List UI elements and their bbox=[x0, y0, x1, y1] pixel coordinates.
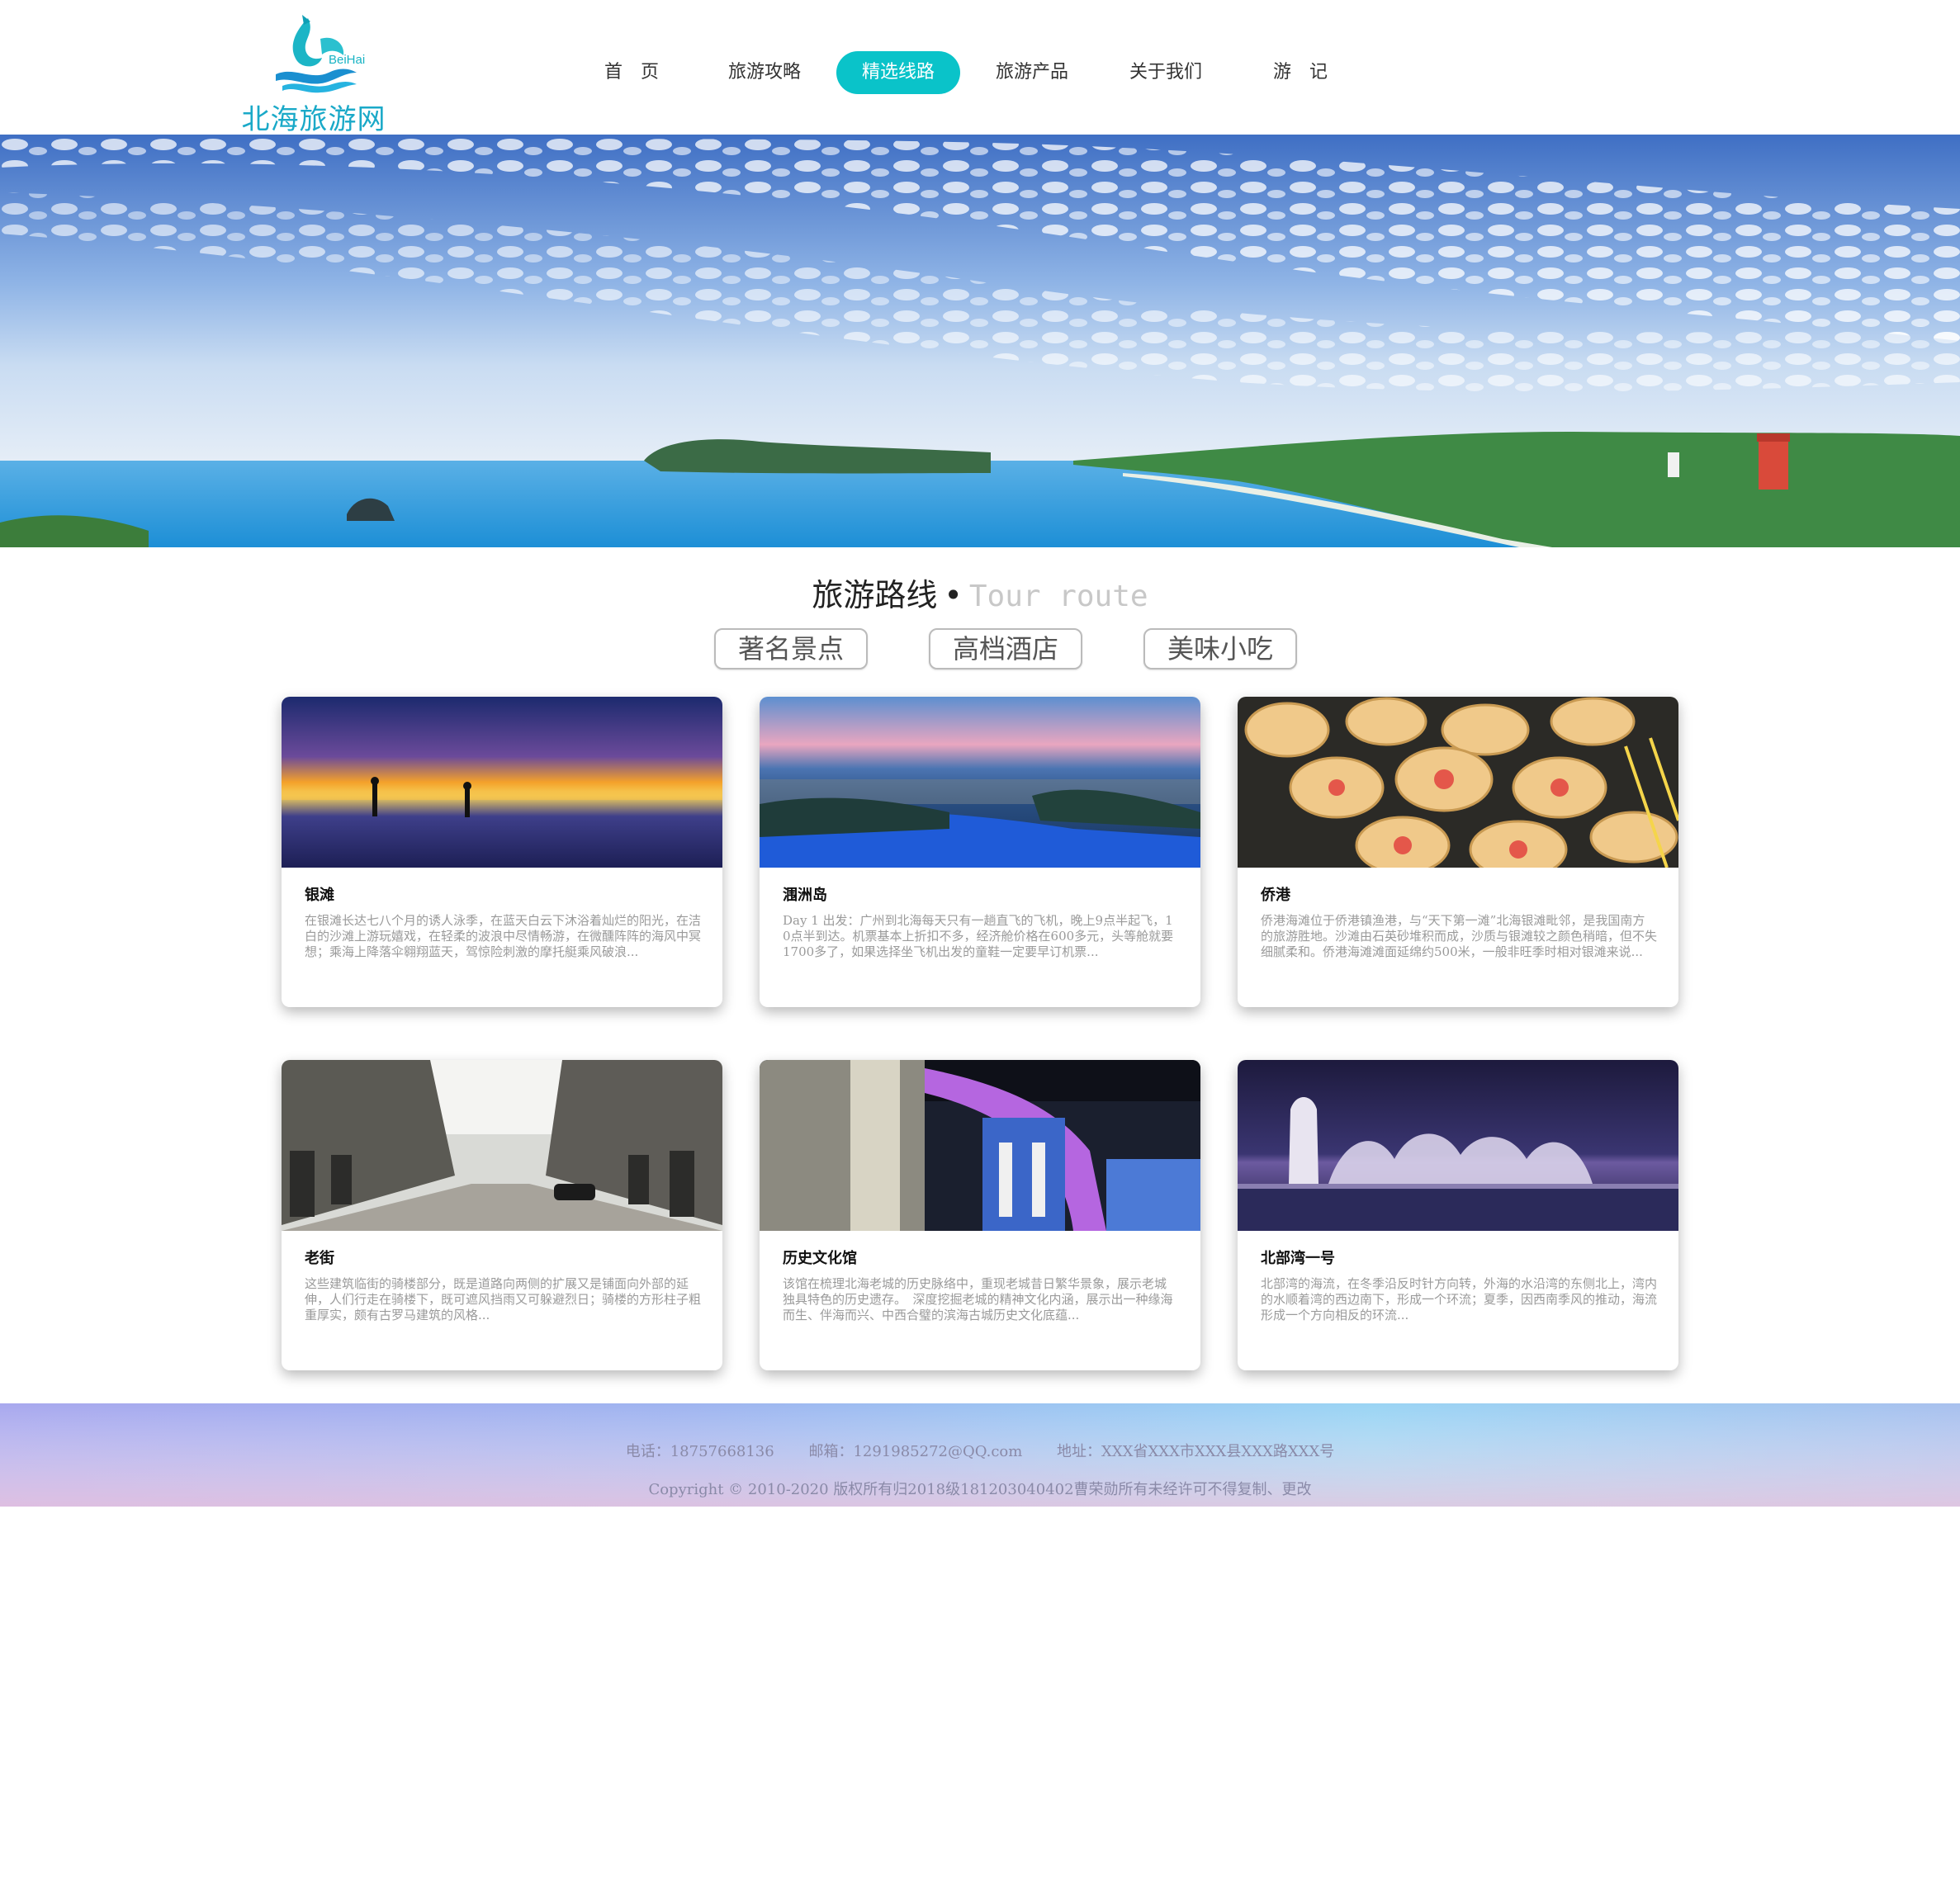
category-tabs: 著名景点 高档酒店 美味小吃 bbox=[0, 628, 1960, 669]
card-description: 侨港海滩位于侨港镇渔港，与“天下第一滩”北海银滩毗邻，是我国南方的旅游胜地。沙滩… bbox=[1261, 913, 1658, 959]
section-dot: • bbox=[944, 577, 963, 613]
card-description: 在银滩长达七八个月的诱人泳季，在蓝天白云下沐浴着灿烂的阳光，在洁白的沙滩上游玩嬉… bbox=[305, 913, 702, 959]
footer-contact: 电话：18757668136 邮箱：1291985272@QQ.com 地址：X… bbox=[0, 1440, 1960, 1461]
card-image-yintan bbox=[282, 697, 722, 868]
card-image-laojie bbox=[282, 1060, 722, 1231]
tab-snacks[interactable]: 美味小吃 bbox=[1143, 628, 1297, 669]
card-description: 北部湾的海流，在冬季沿反时针方向转，外海的水沿湾的东侧北上，湾内的水顺着湾的西边… bbox=[1261, 1276, 1658, 1322]
section-title-en: Tour route bbox=[968, 580, 1148, 613]
site-logo[interactable]: BeiHai 北海旅游网 bbox=[239, 10, 388, 136]
card-title: 银滩 bbox=[305, 887, 334, 904]
section-title: 旅游路线 bbox=[812, 577, 938, 613]
logo-title: 北海旅游网 bbox=[241, 103, 386, 136]
route-card[interactable]: 侨港 侨港海滩位于侨港镇渔港，与“天下第一滩”北海银滩毗邻，是我国南方的旅游胜地… bbox=[1238, 697, 1678, 1007]
card-image-weizhou bbox=[760, 697, 1200, 868]
logo-subtitle: BeiHai bbox=[329, 53, 366, 67]
nav-item-home[interactable]: 首 页 bbox=[570, 51, 694, 94]
footer-address: 地址：XXX省XXX市XXX县XXX路XXX号 bbox=[1057, 1443, 1335, 1460]
nav-item-about[interactable]: 关于我们 bbox=[1104, 51, 1228, 94]
card-title: 历史文化馆 bbox=[783, 1250, 857, 1267]
footer-copyright: Copyright © 2010-2020 版权所有归2018级18120304… bbox=[648, 1481, 1312, 1498]
nav-item-products[interactable]: 旅游产品 bbox=[970, 51, 1094, 94]
route-card[interactable]: 银滩 在银滩长达七八个月的诱人泳季，在蓝天白云下沐浴着灿烂的阳光，在洁白的沙滩上… bbox=[282, 697, 722, 1007]
nav-item-guide[interactable]: 旅游攻略 bbox=[703, 51, 826, 94]
card-image-museum bbox=[760, 1060, 1200, 1231]
footer-email[interactable]: 邮箱：1291985272@QQ.com bbox=[808, 1443, 1022, 1460]
card-image-beibuwan bbox=[1238, 1060, 1678, 1231]
hero-banner bbox=[0, 135, 1960, 547]
tab-hotels[interactable]: 高档酒店 bbox=[929, 628, 1082, 669]
nav-item-routes[interactable]: 精选线路 bbox=[836, 51, 960, 94]
card-title: 侨港 bbox=[1261, 887, 1290, 904]
card-title: 北部湾一号 bbox=[1261, 1250, 1335, 1267]
nav-item-notes[interactable]: 游 记 bbox=[1238, 51, 1362, 94]
tab-attractions[interactable]: 著名景点 bbox=[714, 628, 868, 669]
site-footer: 电话：18757668136 邮箱：1291985272@QQ.com 地址：X… bbox=[0, 1403, 1960, 1507]
route-card[interactable]: 北部湾一号 北部湾的海流，在冬季沿反时针方向转，外海的水沿湾的东侧北上，湾内的水… bbox=[1238, 1060, 1678, 1370]
site-header: BeiHai 北海旅游网 首 页 旅游攻略 精选线路 旅游产品 关于我们 游 记 bbox=[0, 0, 1960, 136]
route-card[interactable]: 涠洲岛 Day 1 出发：广州到北海每天只有一趟直飞的飞机，晚上9点半起飞，10… bbox=[760, 697, 1200, 1007]
route-card[interactable]: 老街 这些建筑临街的骑楼部分，既是道路向两侧的扩展又是铺面向外部的延伸，人们行走… bbox=[282, 1060, 722, 1370]
section-heading: 旅游路线 • Tour route bbox=[0, 570, 1960, 615]
card-description: 该馆在梳理北海老城的历史脉络中，重现老城昔日繁华景象，展示老城 独具特色的历史遗… bbox=[783, 1276, 1180, 1322]
card-description: 这些建筑临街的骑楼部分，既是道路向两侧的扩展又是铺面向外部的延伸，人们行走在骑楼… bbox=[305, 1276, 702, 1322]
card-title: 涠洲岛 bbox=[783, 887, 827, 904]
card-image-qiaogang bbox=[1238, 697, 1678, 868]
card-title: 老街 bbox=[305, 1250, 334, 1267]
route-card[interactable]: 历史文化馆 该馆在梳理北海老城的历史脉络中，重现老城昔日繁华景象，展示老城 独具… bbox=[760, 1060, 1200, 1370]
card-description: Day 1 出发：广州到北海每天只有一趟直飞的飞机，晚上9点半起飞，10点半到达… bbox=[783, 913, 1174, 959]
footer-phone: 电话：18757668136 bbox=[625, 1443, 774, 1460]
